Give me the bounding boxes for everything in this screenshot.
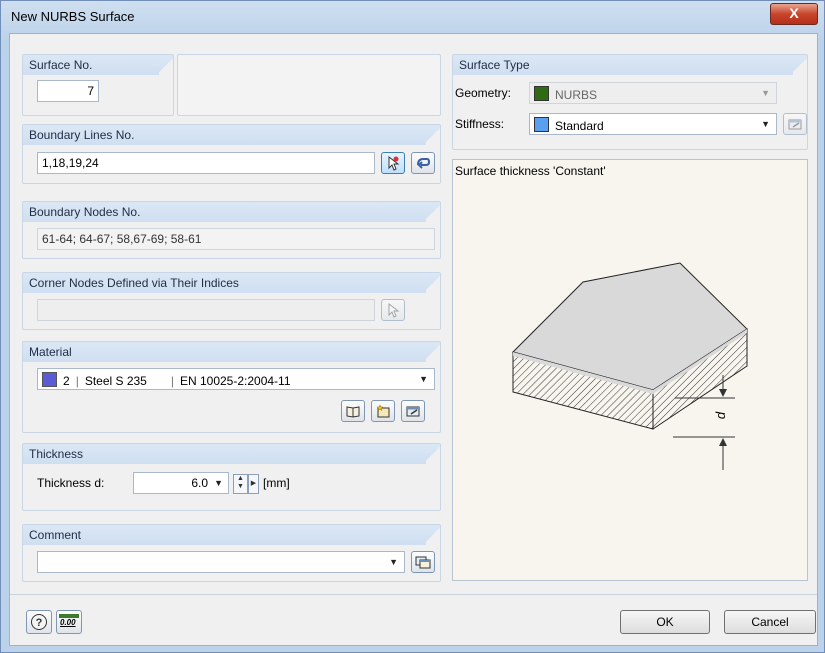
- comment-input[interactable]: ▼: [37, 551, 405, 573]
- boundary-nodes-field: 61-64; 64-67; 58,67-69; 58-61: [37, 228, 435, 250]
- comment-library-button[interactable]: [411, 551, 435, 573]
- edit-stiffness-button[interactable]: [783, 113, 807, 135]
- book-icon: [346, 406, 360, 418]
- surface-no-label: Surface No.: [29, 58, 93, 72]
- dialog-client-area: Surface No. 7 Boundary Lines No. 1,18,19…: [9, 33, 818, 646]
- thickness-step-button[interactable]: ▶: [248, 474, 259, 494]
- footer-separator: [10, 594, 817, 595]
- new-item-icon: [376, 404, 390, 418]
- svg-text:?: ?: [36, 617, 43, 629]
- boundary-lines-group: Boundary Lines No. 1,18,19,24: [22, 124, 441, 184]
- pick-cursor-icon: [388, 302, 400, 318]
- new-material-button[interactable]: [371, 400, 395, 422]
- corner-nodes-input[interactable]: [37, 299, 375, 321]
- chevron-down-icon: ▼: [761, 119, 770, 129]
- thickness-preview-panel: Surface thickness 'Constant' d: [452, 159, 808, 581]
- thickness-input[interactable]: 6.0 ▼: [133, 472, 229, 494]
- help-button[interactable]: ?: [26, 610, 52, 634]
- material-standard: EN 10025-2:2004-11: [179, 374, 291, 388]
- edit-dialog-icon: [406, 406, 420, 417]
- ok-button[interactable]: OK: [620, 610, 710, 634]
- boundary-nodes-label: Boundary Nodes No.: [29, 205, 141, 219]
- boundary-nodes-group: Boundary Nodes No. 61-64; 64-67; 58,67-6…: [22, 201, 441, 259]
- dialog-window: New NURBS Surface X Surface No. 7 Bounda…: [0, 0, 825, 653]
- copy-windows-icon: [415, 556, 431, 569]
- edit-material-button[interactable]: [401, 400, 425, 422]
- comment-label: Comment: [29, 528, 82, 542]
- stiffness-color-swatch: [534, 117, 549, 132]
- cancel-button[interactable]: Cancel: [724, 610, 816, 634]
- surface-type-group: Surface Type Geometry: NURBS ▼ Stiffness…: [452, 54, 808, 150]
- thickness-preview-diagram: [512, 262, 748, 470]
- corner-nodes-label: Corner Nodes Defined via Their Indices: [29, 276, 239, 290]
- surface-no-group: Surface No. 7: [22, 54, 174, 116]
- material-group: Material 2 | Steel S 235 | EN 10025-2:2004-1…: [22, 341, 441, 433]
- decimals-icon: 0.00: [59, 614, 79, 630]
- chevron-down-icon: ▼: [214, 478, 223, 488]
- surface-info-box: [177, 54, 441, 116]
- boundary-lines-label: Boundary Lines No.: [29, 128, 135, 142]
- geometry-select[interactable]: NURBS ▼: [529, 82, 777, 104]
- pick-corner-nodes-button[interactable]: [381, 299, 405, 321]
- window-title: New NURBS Surface: [11, 9, 135, 24]
- surface-type-label: Surface Type: [459, 58, 530, 72]
- edit-dialog-icon: [788, 119, 802, 130]
- pick-lines-button[interactable]: [381, 152, 405, 174]
- comment-group: Comment ▼: [22, 524, 441, 582]
- pick-cursor-icon: [388, 155, 400, 171]
- stiffness-select[interactable]: Standard ▼: [529, 113, 777, 135]
- chevron-down-icon: ▼: [389, 557, 398, 567]
- material-color-swatch: [42, 372, 57, 387]
- material-name: Steel S 235: [84, 374, 147, 388]
- material-number: 2: [63, 374, 70, 388]
- thickness-d-label: Thickness d:: [37, 476, 105, 490]
- surface-no-input[interactable]: 7: [37, 80, 99, 102]
- title-bar: New NURBS Surface X: [1, 1, 824, 31]
- geometry-color-swatch: [534, 86, 549, 101]
- thickness-label: Thickness: [29, 447, 84, 461]
- units-decimals-button[interactable]: 0.00: [56, 610, 82, 634]
- corner-nodes-group: Corner Nodes Defined via Their Indices: [22, 272, 441, 330]
- stiffness-label: Stiffness:: [455, 117, 505, 131]
- material-library-button[interactable]: [341, 400, 365, 422]
- boundary-lines-input[interactable]: 1,18,19,24: [37, 152, 375, 174]
- thickness-unit: [mm]: [263, 476, 290, 490]
- material-label: Material: [29, 345, 72, 359]
- reverse-direction-button[interactable]: [411, 152, 435, 174]
- thickness-spinner[interactable]: ▲ ▼: [233, 474, 248, 494]
- thickness-group: Thickness Thickness d: 6.0 ▼ ▲ ▼ ▶ [mm]: [22, 443, 441, 511]
- help-icon: ?: [31, 614, 47, 630]
- geometry-label: Geometry:: [455, 86, 512, 100]
- material-select[interactable]: 2 | Steel S 235 | EN 10025-2:2004-11 ▼: [37, 368, 435, 390]
- chevron-down-icon: ▼: [419, 374, 428, 384]
- close-button[interactable]: X: [770, 3, 818, 25]
- loop-arrow-icon: [417, 158, 431, 169]
- thickness-dimension-label: d: [713, 411, 729, 420]
- chevron-down-icon: ▼: [761, 88, 770, 98]
